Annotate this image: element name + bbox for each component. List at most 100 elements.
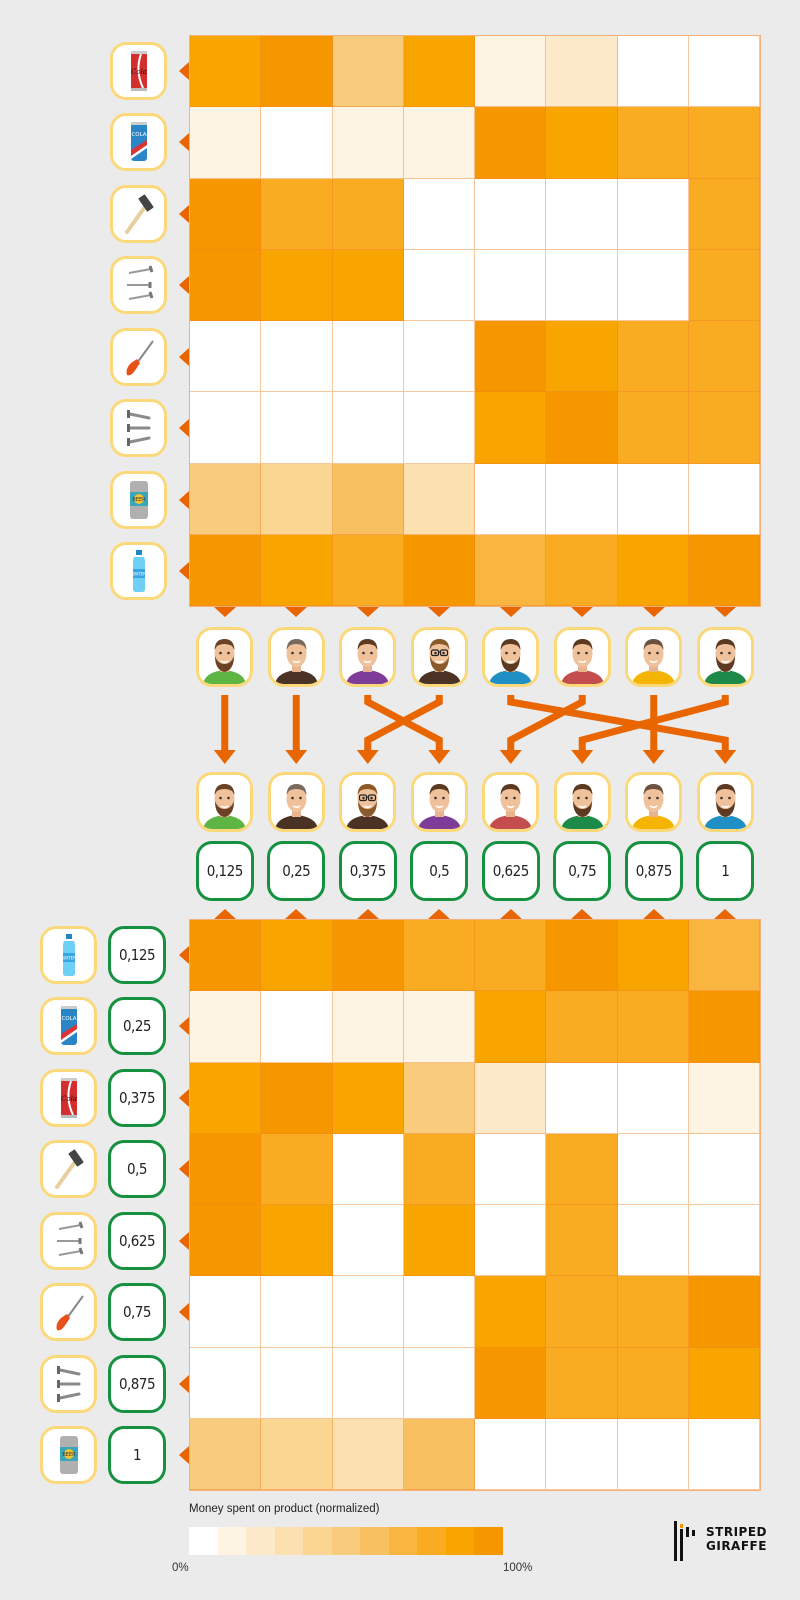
heatmap-cell <box>546 249 618 321</box>
arrow-head-icon <box>285 750 308 764</box>
column-pointer-icon <box>642 909 665 919</box>
legend-swatch <box>274 1527 304 1555</box>
row-pointer-icon <box>179 347 189 366</box>
heatmap-cell <box>190 1347 262 1419</box>
customer-avatar <box>482 627 540 687</box>
heatmap-cell <box>261 36 333 108</box>
customer-avatar-icon <box>274 784 318 829</box>
heatmap-cell <box>190 321 262 393</box>
product-label: WATER <box>40 925 97 984</box>
legend-swatch <box>217 1527 247 1555</box>
heatmap-cell <box>332 1418 404 1490</box>
row-position-value: 1 <box>108 1426 166 1485</box>
svg-text:WATER: WATER <box>62 955 76 960</box>
heatmap-cell <box>190 249 262 321</box>
blue-cola-can-icon: COLA <box>130 122 147 162</box>
heatmap-cell <box>688 1062 760 1134</box>
customer-avatar-icon <box>489 639 533 684</box>
heatmap-cell <box>475 36 547 108</box>
customer-avatar <box>196 627 254 687</box>
customer-avatar-icon <box>489 784 533 829</box>
customer-avatar-icon <box>703 639 747 684</box>
heatmap-cell <box>546 920 618 992</box>
hammer-icon <box>54 1149 83 1190</box>
heatmap-cell <box>403 534 475 606</box>
heatmap-cell <box>403 1418 475 1490</box>
column-position-value: 0,5 <box>410 841 469 901</box>
heatmap-cell <box>688 249 760 321</box>
legend-swatch <box>474 1527 504 1555</box>
heatmap-cell <box>190 1276 262 1348</box>
customer-avatar-icon <box>632 784 676 829</box>
row-position-value: 0,25 <box>108 997 166 1056</box>
column-position-value: 0,875 <box>624 841 683 901</box>
row-pointer-icon <box>179 133 189 152</box>
heatmap-cell <box>332 1276 404 1348</box>
column-pointer-icon <box>714 909 737 919</box>
heatmap-cell <box>617 534 689 606</box>
heatmap-cell <box>475 1062 547 1134</box>
svg-text:COLA: COLA <box>131 132 146 138</box>
heatmap-cell <box>261 321 333 393</box>
column-pointer-icon <box>499 909 522 919</box>
heatmap-cell <box>332 1205 404 1277</box>
customer-avatar-icon <box>346 639 390 684</box>
product-label: Cola <box>110 41 167 100</box>
heatmap-cell <box>190 178 262 250</box>
heatmap-cell <box>475 1205 547 1277</box>
heatmap-cell <box>403 1062 475 1134</box>
customer-avatar-icon <box>346 784 390 829</box>
heatmap-cell <box>332 107 404 179</box>
column-position-value: 0,75 <box>553 841 612 901</box>
customer-avatar-icon <box>560 639 604 684</box>
column-pointer-icon <box>285 607 308 617</box>
heatmap-cell <box>688 107 760 179</box>
heatmap-cell <box>332 1347 404 1419</box>
row-position-value: 0,625 <box>108 1211 166 1270</box>
heatmap-cell <box>688 991 760 1063</box>
heatmap-cell <box>475 392 547 464</box>
customer-avatar <box>553 627 611 687</box>
customer-avatar-reordered <box>625 772 683 832</box>
heatmap-cell <box>190 1133 262 1205</box>
heatmap-cell <box>617 1418 689 1490</box>
screwdriver-icon <box>126 340 154 376</box>
heatmap-cell <box>688 1418 760 1490</box>
heatmap-cell <box>475 321 547 393</box>
arrow-head-icon <box>499 750 522 764</box>
arrow-head-icon <box>213 750 236 764</box>
beer-can-icon: BEER <box>59 1436 78 1475</box>
row-pointer-icon <box>179 419 189 438</box>
legend-swatch <box>417 1527 446 1555</box>
svg-text:BEER: BEER <box>62 1452 76 1458</box>
heatmap-cell <box>617 1205 689 1277</box>
heatmap-cell <box>332 392 404 464</box>
column-position-value: 0,25 <box>267 841 326 901</box>
heatmap-cell <box>403 1276 475 1348</box>
heatmap-cell <box>617 1347 689 1419</box>
customer-avatar <box>696 627 754 687</box>
heatmap-cell <box>546 1418 618 1490</box>
heatmap-cell <box>617 36 689 108</box>
bottom-heatmap <box>189 919 761 1491</box>
arrow-head-icon <box>642 750 665 764</box>
heatmap-cell <box>403 1347 475 1419</box>
column-pointer-icon <box>213 607 236 617</box>
legend-swatch <box>303 1527 332 1555</box>
customer-avatar-reordered <box>482 772 540 832</box>
column-pointer-icon <box>356 607 379 617</box>
heatmap-cell <box>403 463 475 535</box>
heatmap-cell <box>332 178 404 250</box>
screws-icon <box>56 1365 80 1402</box>
legend-max-label: 100% <box>503 1562 533 1574</box>
row-pointer-icon <box>179 1231 189 1250</box>
heatmap-cell <box>475 1133 547 1205</box>
heatmap-cell <box>546 178 618 250</box>
heatmap-cell <box>475 1347 547 1419</box>
heatmap-cell <box>261 249 333 321</box>
heatmap-cell <box>190 1205 262 1277</box>
giraffe-logo-icon <box>674 1521 695 1561</box>
arrow-head-icon <box>714 750 737 764</box>
heatmap-cell <box>261 1205 333 1277</box>
heatmap-cell <box>190 534 262 606</box>
